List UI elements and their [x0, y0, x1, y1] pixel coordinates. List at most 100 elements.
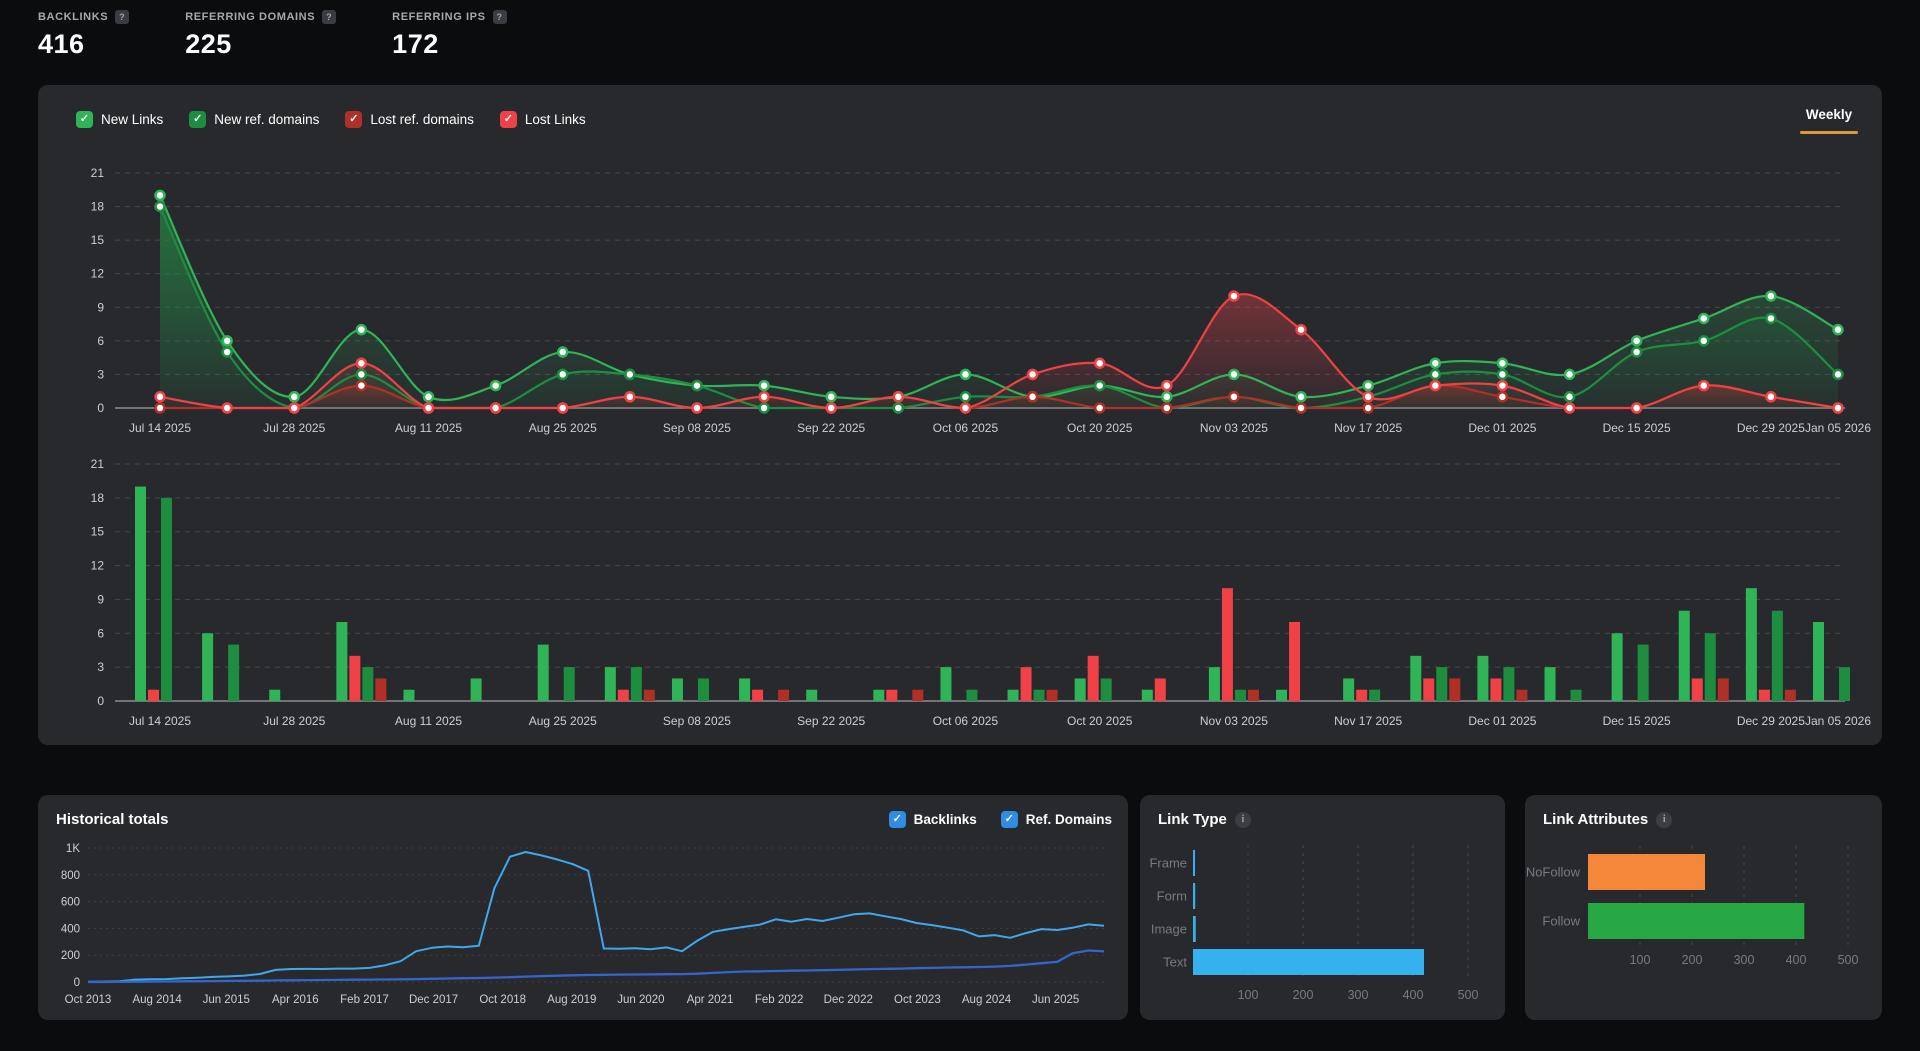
svg-text:12: 12: [91, 559, 105, 573]
stat-referring-ips: REFERRING IPS ? 172: [392, 10, 506, 60]
toggle-ref-domains[interactable]: ✓ Ref. Domains: [1001, 811, 1112, 828]
hbar-1: [1193, 883, 1195, 909]
toggle-label: Ref. Domains: [1026, 812, 1112, 827]
svg-text:Dec 29 2025: Dec 29 2025: [1737, 421, 1805, 435]
svg-text:Aug 2024: Aug 2024: [962, 994, 1012, 1006]
svg-text:15: 15: [91, 233, 105, 247]
link-type-panel: Link Type i 100200300400500FrameFormImag…: [1140, 795, 1505, 1020]
svg-text:200: 200: [1293, 988, 1314, 1002]
line-0: [160, 195, 1838, 400]
svg-text:Jun 2015: Jun 2015: [203, 994, 250, 1006]
svg-text:Image: Image: [1151, 922, 1187, 937]
panel-title-text: Link Type: [1158, 811, 1227, 828]
svg-text:0: 0: [74, 977, 80, 989]
hbar-1: [1588, 903, 1804, 939]
checkbox-ref-domains[interactable]: ✓: [1001, 811, 1018, 828]
svg-text:Dec 01 2025: Dec 01 2025: [1468, 421, 1536, 435]
svg-text:21: 21: [91, 457, 105, 471]
historical-totals-panel: Historical totals ✓ Backlinks ✓ Ref. Dom…: [38, 795, 1128, 1020]
svg-text:Dec 29 2025: Dec 29 2025: [1737, 714, 1805, 728]
weekly-bar-chart[interactable]: 036912151821Jul 14 2025Jul 28 2025Aug 11…: [38, 455, 1882, 733]
svg-text:Jan 05 2026: Jan 05 2026: [1805, 421, 1871, 435]
svg-text:500: 500: [1838, 953, 1859, 967]
hist-line-0: [88, 852, 1104, 982]
svg-text:100: 100: [1238, 988, 1259, 1002]
svg-text:300: 300: [1348, 988, 1369, 1002]
tab-weekly-label: Weekly: [1806, 107, 1852, 122]
checkbox-new-links[interactable]: ✓: [76, 111, 93, 128]
tab-weekly[interactable]: Weekly: [1800, 107, 1858, 134]
svg-text:Jul 14 2025: Jul 14 2025: [129, 714, 191, 728]
svg-text:Oct 20 2025: Oct 20 2025: [1067, 714, 1133, 728]
checkbox-lost-links[interactable]: ✓: [500, 111, 517, 128]
svg-text:0: 0: [97, 694, 104, 708]
svg-text:Aug 2014: Aug 2014: [132, 994, 182, 1006]
svg-text:Sep 22 2025: Sep 22 2025: [797, 421, 865, 435]
stat-label: BACKLINKS: [38, 11, 108, 23]
svg-text:6: 6: [97, 334, 104, 348]
svg-text:12: 12: [91, 267, 105, 281]
help-icon[interactable]: ?: [322, 10, 336, 24]
stat-referring-domains-label-row: REFERRING DOMAINS ?: [185, 10, 336, 24]
svg-text:200: 200: [61, 950, 80, 962]
legend-item-lost-links[interactable]: ✓ Lost Links: [500, 111, 586, 128]
area-0: [160, 195, 1838, 408]
stat-referring-ips-label-row: REFERRING IPS ?: [392, 10, 506, 24]
svg-text:Jul 14 2025: Jul 14 2025: [129, 421, 191, 435]
legend-label: Lost Links: [525, 112, 586, 127]
svg-text:9: 9: [97, 300, 104, 314]
legend-item-lost-ref-domains[interactable]: ✓ Lost ref. domains: [345, 111, 474, 128]
svg-text:200: 200: [1682, 953, 1703, 967]
info-icon[interactable]: i: [1235, 812, 1251, 828]
top-stats-row: BACKLINKS ? 416 REFERRING DOMAINS ? 225 …: [38, 10, 507, 60]
toggle-label: Backlinks: [914, 812, 977, 827]
hbar-0: [1193, 850, 1195, 876]
stat-referring-domains-value: 225: [185, 29, 336, 60]
svg-text:18: 18: [91, 491, 105, 505]
hbar-3: [1193, 949, 1424, 975]
checkbox-new-ref-domains[interactable]: ✓: [189, 111, 206, 128]
checkbox-lost-ref-domains[interactable]: ✓: [345, 111, 362, 128]
svg-text:3: 3: [97, 660, 104, 674]
panel-title-text: Link Attributes: [1543, 811, 1648, 828]
svg-text:Dec 2022: Dec 2022: [824, 994, 873, 1006]
svg-text:Oct 2023: Oct 2023: [894, 994, 941, 1006]
svg-text:400: 400: [1786, 953, 1807, 967]
checkbox-backlinks[interactable]: ✓: [889, 811, 906, 828]
svg-text:Dec 2017: Dec 2017: [409, 994, 458, 1006]
help-icon[interactable]: ?: [115, 10, 129, 24]
stat-referring-ips-value: 172: [392, 29, 506, 60]
legend-label: New ref. domains: [214, 112, 319, 127]
svg-text:Nov 03 2025: Nov 03 2025: [1200, 421, 1268, 435]
info-icon[interactable]: i: [1656, 812, 1672, 828]
stat-label: REFERRING DOMAINS: [185, 11, 315, 23]
link-attributes-chart[interactable]: 100200300400500NoFollowFollow: [1525, 840, 1882, 1020]
panel-title-text: Historical totals: [56, 811, 169, 828]
tab-active-underline: [1800, 131, 1858, 134]
svg-text:Jan 05 2026: Jan 05 2026: [1805, 714, 1871, 728]
svg-text:6: 6: [97, 626, 104, 640]
toggle-backlinks[interactable]: ✓ Backlinks: [889, 811, 977, 828]
svg-text:Dec 15 2025: Dec 15 2025: [1603, 714, 1671, 728]
svg-text:Text: Text: [1163, 955, 1187, 970]
svg-text:Sep 22 2025: Sep 22 2025: [797, 714, 865, 728]
svg-text:Follow: Follow: [1542, 914, 1580, 929]
svg-text:Aug 2019: Aug 2019: [547, 994, 596, 1006]
hbar-2: [1193, 916, 1196, 942]
legend-item-new-links[interactable]: ✓ New Links: [76, 111, 163, 128]
svg-text:0: 0: [97, 401, 104, 415]
link-type-chart[interactable]: 100200300400500FrameFormImageText: [1140, 840, 1505, 1020]
svg-text:Sep 08 2025: Sep 08 2025: [663, 421, 731, 435]
weekly-line-chart[interactable]: 036912151821Jul 14 2025Jul 28 2025Aug 11…: [38, 140, 1882, 445]
historical-toggles: ✓ Backlinks ✓ Ref. Domains: [889, 811, 1112, 828]
historical-totals-chart[interactable]: 02004006008001KOct 2013Aug 2014Jun 2015A…: [50, 837, 1116, 1015]
legend-item-new-ref-domains[interactable]: ✓ New ref. domains: [189, 111, 319, 128]
svg-text:Apr 2021: Apr 2021: [687, 994, 734, 1006]
bars-1: [148, 588, 1770, 701]
svg-text:Aug 11 2025: Aug 11 2025: [395, 421, 462, 435]
svg-text:500: 500: [1458, 988, 1479, 1002]
help-icon[interactable]: ?: [493, 10, 507, 24]
stat-label: REFERRING IPS: [392, 11, 485, 23]
svg-text:3: 3: [97, 367, 104, 381]
svg-text:Feb 2022: Feb 2022: [755, 994, 804, 1006]
